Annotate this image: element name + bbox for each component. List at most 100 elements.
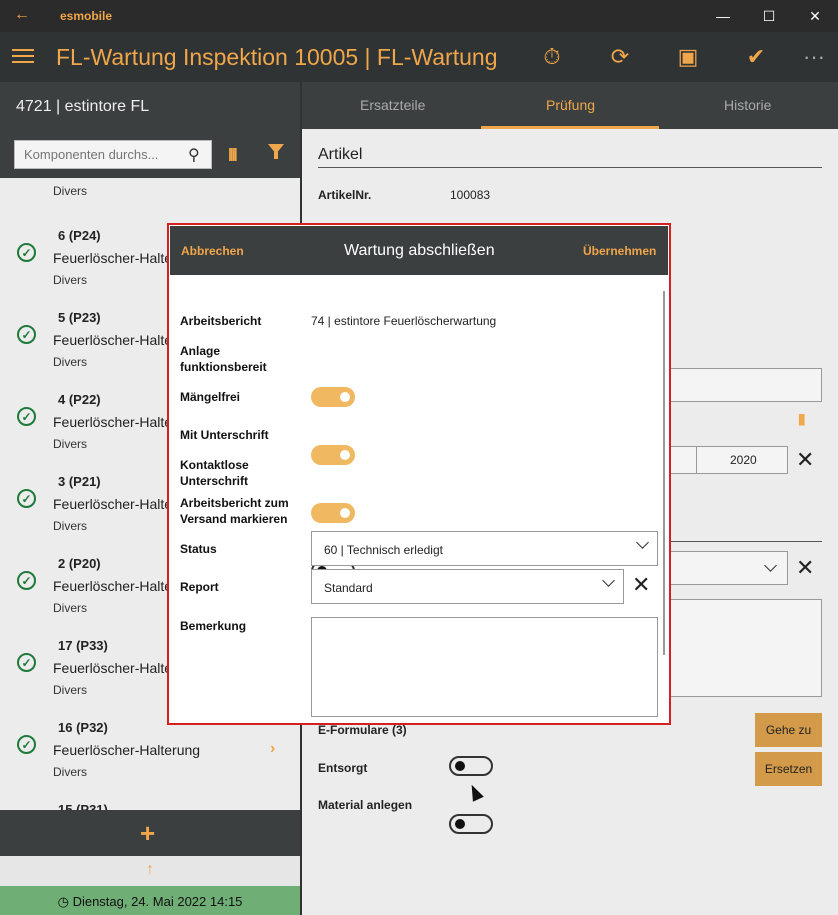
chevron-down-icon: [636, 536, 649, 549]
list-item-code: 5 (P23): [58, 310, 101, 325]
close-icon[interactable]: ✕: [796, 555, 814, 581]
check-circle-icon: ✓: [17, 243, 36, 262]
list-item-code: 17 (P33): [58, 638, 108, 653]
date-status-bar: ◷ Dienstag, 24. Mai 2022 14:15: [0, 886, 300, 915]
list-item-code: 4 (P22): [58, 392, 101, 407]
list-item-category: Divers: [53, 437, 88, 451]
versand-label: Arbeitsbericht zum Versand markieren: [180, 496, 289, 526]
list-item-category: Divers: [53, 519, 88, 533]
artikel-value: 100083: [450, 188, 491, 202]
app-name: esmobile: [60, 9, 113, 23]
year-value: 2020: [730, 453, 757, 467]
report-select-value: Standard: [324, 581, 373, 595]
search-input[interactable]: [15, 141, 183, 168]
list-item-name: Feuerlöscher-Halte: [53, 250, 173, 266]
artikel-label: ArtikelNr.: [318, 188, 372, 202]
check-circle-icon: ✓: [17, 735, 36, 754]
material-label: Material anlegen: [318, 798, 413, 812]
status-select[interactable]: 60 | Technisch erledigt: [311, 531, 658, 566]
menu-icon[interactable]: [12, 49, 34, 64]
barcode-icon[interactable]: ||||: [798, 412, 806, 426]
chevron-right-icon: ›: [270, 740, 276, 757]
replace-button[interactable]: Ersetzen: [755, 752, 822, 786]
dialog-scrollbar[interactable]: [663, 291, 665, 655]
barcode-icon[interactable]: ||||: [228, 145, 238, 161]
list-item-category: Divers: [53, 601, 88, 615]
bemerkung-textarea[interactable]: [311, 617, 658, 717]
cancel-button[interactable]: Abbrechen: [181, 244, 244, 258]
more-icon[interactable]: ···: [794, 42, 834, 72]
component-panel-title: 4721 | estintore FL: [16, 98, 150, 115]
search-field[interactable]: [14, 140, 212, 169]
list-item-name: Feuerlöscher-Halterung: [53, 742, 201, 758]
section-divider: [668, 541, 822, 542]
dialog-title: Wartung abschließen: [344, 242, 495, 259]
tab-historie[interactable]: Historie: [724, 97, 771, 113]
section-title: Artikel: [318, 146, 363, 163]
list-item-category: Divers: [53, 273, 88, 287]
material-toggle[interactable]: [449, 814, 493, 834]
status-select-value: 60 | Technisch erledigt: [324, 543, 443, 557]
report-label: Report: [180, 580, 219, 594]
checkmark-icon[interactable]: ✔: [736, 42, 776, 72]
status-date: Dienstag, 24. Mai 2022 14:15: [72, 894, 243, 909]
anlage-label: Anlage funktionsbereit: [180, 344, 267, 374]
field-divider: [696, 446, 697, 474]
close-button[interactable]: ✕: [792, 0, 838, 32]
check-circle-icon: ✓: [17, 325, 36, 344]
page-title: FL-Wartung Inspektion 10005 | FL-Wartung: [56, 44, 498, 70]
tab-ersatzteile[interactable]: Ersatzteile: [360, 97, 425, 113]
list-item-category: Divers: [53, 355, 88, 369]
background-input[interactable]: [668, 368, 822, 402]
unterschrift-toggle[interactable]: [311, 503, 355, 523]
unterschrift-label: Mit Unterschrift: [180, 428, 269, 442]
list-item-name: Feuerlöscher-Halte: [53, 332, 173, 348]
apply-button[interactable]: Übernehmen: [583, 244, 656, 258]
status-label: Status: [180, 542, 217, 556]
entsorgt-label: Entsorgt: [318, 761, 368, 775]
section-divider: [318, 167, 822, 168]
list-item-code: 15 (P31): [58, 802, 108, 810]
list-item-name: Feuerlöscher-Halte: [53, 414, 173, 430]
chevron-down-icon: [602, 574, 615, 587]
list-item[interactable]: 15 (P31): [0, 792, 300, 810]
clock-icon: ◷: [57, 894, 69, 909]
search-icon[interactable]: ⚲: [188, 145, 200, 165]
list-item-code: 3 (P21): [58, 474, 101, 489]
check-circle-icon: ✓: [17, 571, 36, 590]
save-icon[interactable]: ▣: [668, 42, 708, 72]
clear-report-icon[interactable]: ✕: [632, 572, 650, 598]
arbeitsbericht-label: Arbeitsbericht: [180, 314, 262, 328]
list-item-name: Feuerlöscher-Halte: [53, 496, 173, 512]
maximize-button[interactable]: ☐: [746, 0, 792, 32]
kontaktlos-label: Kontaktlose Unterschrift: [180, 458, 249, 488]
list-item-code: 16 (P32): [58, 720, 108, 735]
list-item-code: 2 (P20): [58, 556, 101, 571]
filter-icon-stem: [274, 152, 278, 159]
entsorgt-toggle[interactable]: [449, 756, 493, 776]
goto-button[interactable]: Gehe zu: [755, 713, 822, 747]
stopwatch-icon[interactable]: ⏱: [532, 42, 572, 72]
maengelfrei-toggle[interactable]: [311, 445, 355, 465]
report-select[interactable]: Standard: [311, 569, 624, 604]
maengelfrei-label: Mängelfrei: [180, 390, 241, 404]
arbeitsbericht-value: 74 | estintore Feuerlöscherwartung: [311, 314, 497, 328]
list-item-name: Feuerlöscher-Halte: [53, 578, 173, 594]
arrow-left-icon[interactable]: ←: [14, 6, 30, 24]
year-field[interactable]: [668, 446, 788, 474]
add-icon[interactable]: +: [140, 818, 155, 849]
scroll-up-icon[interactable]: ↑: [0, 856, 300, 886]
refresh-icon[interactable]: ⟳: [600, 42, 640, 72]
minimize-button[interactable]: —: [700, 0, 746, 32]
anlage-toggle[interactable]: [311, 387, 355, 407]
check-circle-icon: ✓: [17, 653, 36, 672]
list-item-category: Divers: [53, 765, 88, 779]
tab-pruefung[interactable]: Prüfung: [546, 97, 595, 113]
eform-label: E-Formulare (3): [318, 723, 407, 737]
background-textarea[interactable]: [668, 599, 822, 697]
list-item-code: 6 (P24): [58, 228, 101, 243]
close-icon[interactable]: ✕: [796, 447, 814, 473]
list-item-name: Feuerlöscher-Halte: [53, 660, 173, 676]
list-item-category: Divers: [53, 683, 88, 697]
check-circle-icon: ✓: [17, 489, 36, 508]
